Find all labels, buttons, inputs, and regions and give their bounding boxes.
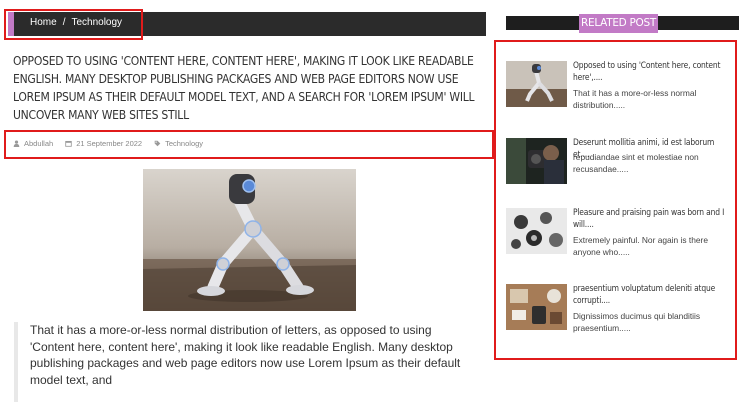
calendar-icon [65,140,72,147]
related-post-excerpt: Extremely painful. Nor again is there an… [573,235,708,257]
post-category[interactable]: Technology [165,139,203,148]
related-post-heading: RELATED POST [579,14,658,33]
tag-icon [154,140,161,147]
post-body-text: That it has a more-or-less normal distri… [30,323,461,387]
post-body-blockquote: That it has a more-or-less normal distri… [14,322,474,402]
related-post-item[interactable]: Deserunt mollitia animi, id est laborum … [506,138,736,188]
related-post-excerpt: That it has a more-or-less normal distri… [573,88,697,110]
related-post-title[interactable]: Pleasure and praising pain was born and … [573,208,731,231]
related-post-thumbnail[interactable] [506,208,567,254]
related-post-excerpt: Dignissimos ducimus qui blanditiis praes… [573,311,701,333]
related-post-title[interactable]: praesentium voluptatum deleniti atque co… [573,284,731,307]
breadcrumb-home-link[interactable]: Home [30,17,57,28]
breadcrumb-current-link[interactable]: Technology [71,17,122,28]
breadcrumb: Home / Technology [8,12,486,36]
related-post-excerpt: repudiandae sint et molestiae non recusa… [573,152,699,174]
breadcrumb-accent [8,12,14,36]
related-post-thumbnail[interactable] [506,138,567,184]
related-post-item[interactable]: praesentium voluptatum deleniti atque co… [506,284,736,334]
breadcrumb-separator: / [62,17,66,28]
post-title: Opposed to using 'Content here, content … [13,53,475,122]
post-date: 21 September 2022 [76,139,143,148]
related-post-title[interactable]: Opposed to using 'Content here, content … [573,61,731,84]
related-post-thumbnail[interactable] [506,61,567,107]
post-featured-image [143,169,356,311]
related-post-thumbnail[interactable] [506,284,567,330]
related-post-item[interactable]: Opposed to using 'Content here, content … [506,61,736,111]
post-author[interactable]: Abdullah [24,139,53,148]
post-meta: Abdullah 21 September 2022 Technology [13,139,203,148]
user-icon [13,140,20,147]
related-post-item[interactable]: Pleasure and praising pain was born and … [506,208,736,258]
